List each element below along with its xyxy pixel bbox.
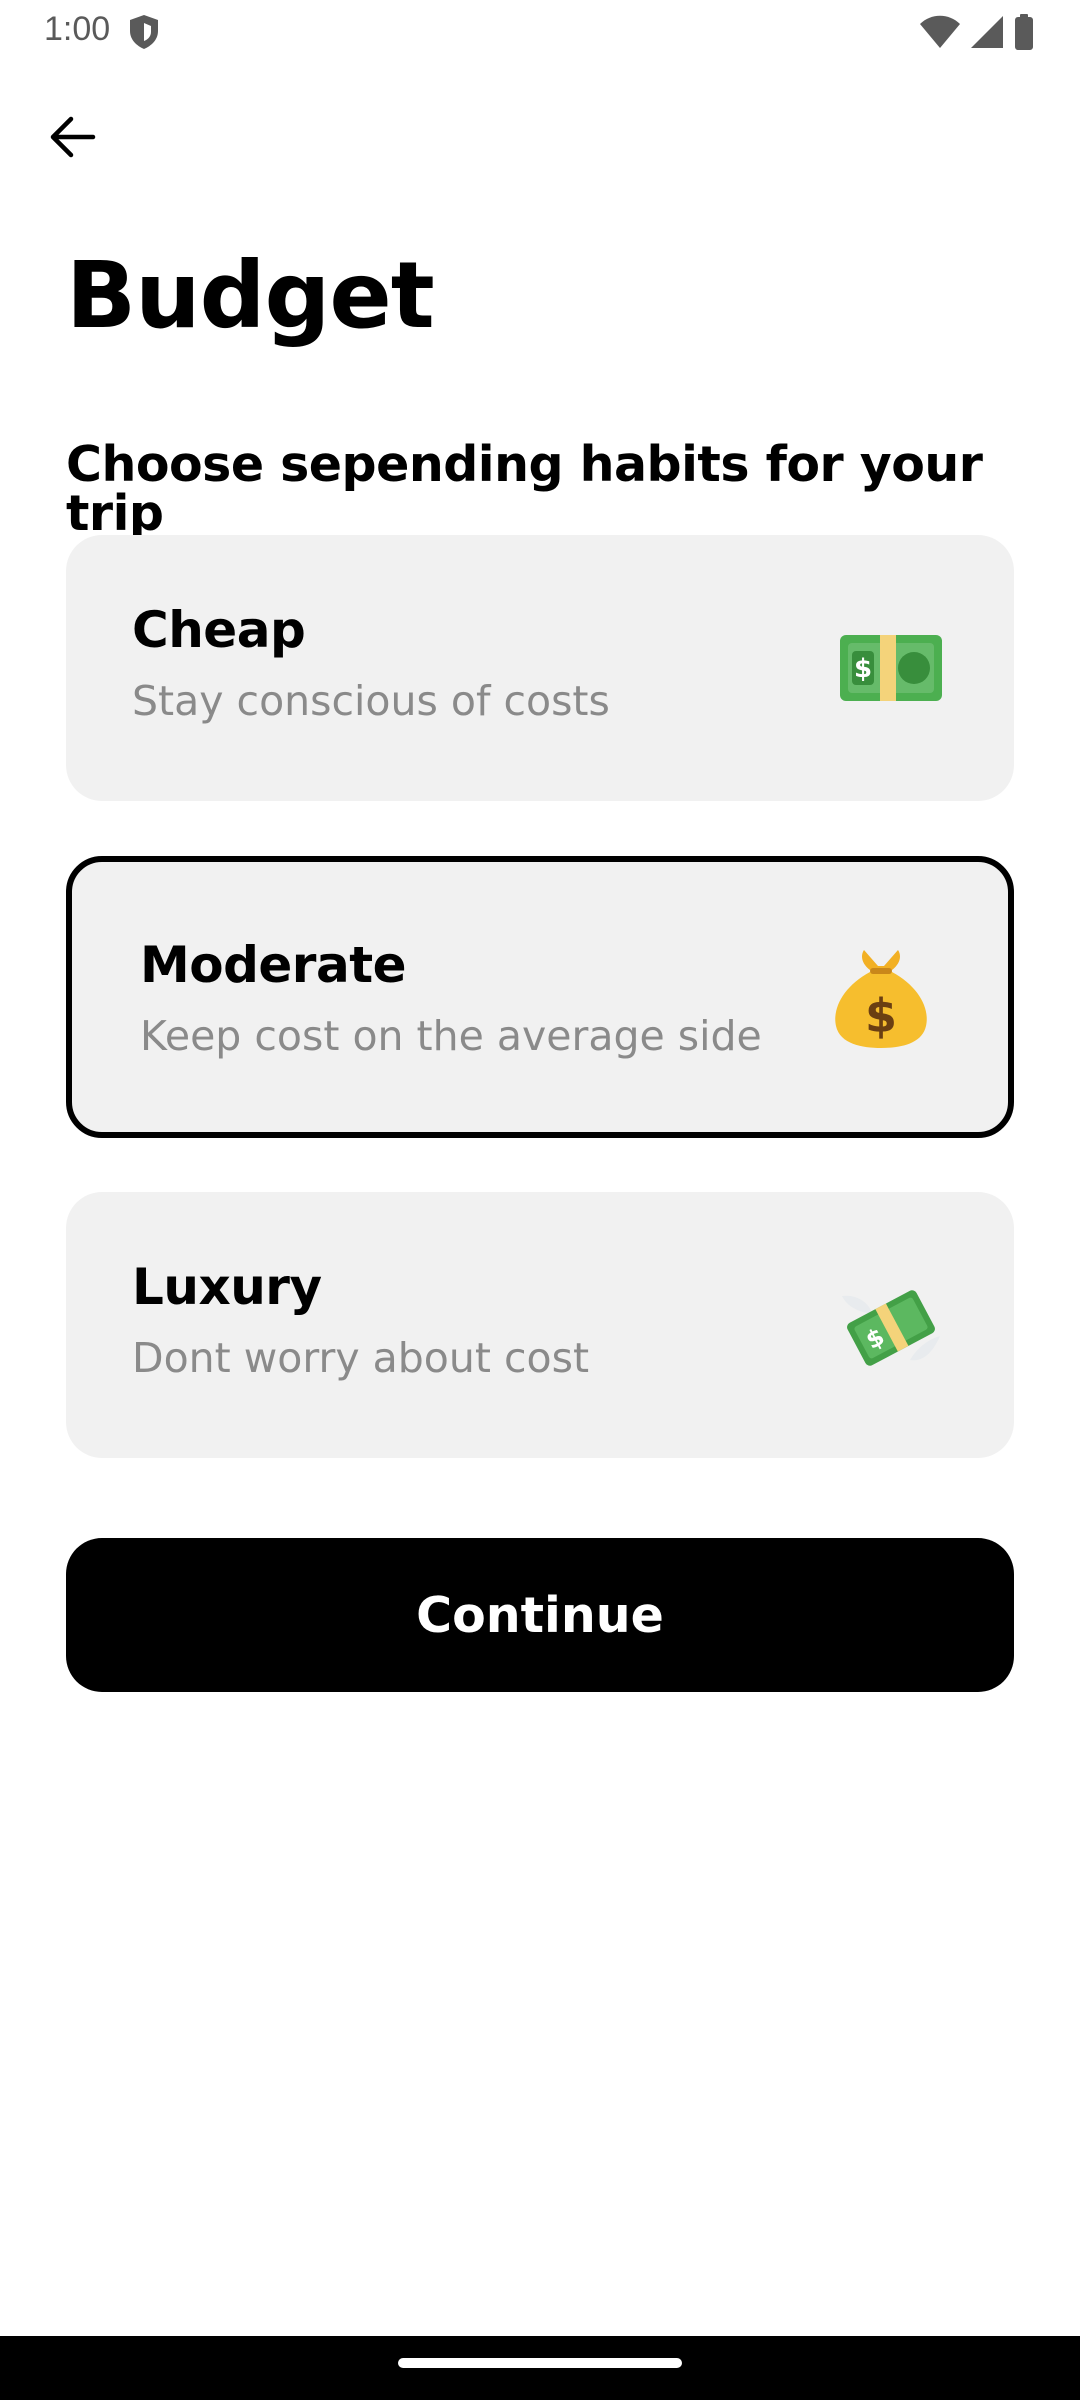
battery-icon bbox=[1015, 14, 1033, 50]
home-gesture-handle[interactable] bbox=[398, 2358, 682, 2368]
budget-option-cheap[interactable]: Cheap Stay conscious of costs $ bbox=[66, 535, 1014, 801]
status-bar: 1:00 bbox=[0, 0, 1080, 62]
signal-icon bbox=[971, 16, 1003, 48]
status-time: 1:00 bbox=[44, 10, 111, 48]
back-button[interactable] bbox=[40, 104, 106, 170]
budget-option-moderate[interactable]: Moderate Keep cost on the average side $ bbox=[66, 856, 1014, 1138]
system-navigation-bar bbox=[0, 2336, 1080, 2400]
svg-text:$: $ bbox=[865, 989, 897, 1043]
option-title: Cheap bbox=[132, 601, 306, 659]
page-title: Budget bbox=[66, 242, 435, 349]
budget-option-luxury[interactable]: Luxury Dont worry about cost $ bbox=[66, 1192, 1014, 1458]
option-description: Dont worry about cost bbox=[132, 1334, 590, 1382]
option-description: Keep cost on the average side bbox=[140, 1012, 762, 1060]
budget-screen: 1:00 Budget Choose sepending habits for … bbox=[0, 0, 1080, 2400]
wifi-icon bbox=[920, 15, 960, 48]
continue-button[interactable]: Continue bbox=[66, 1538, 1014, 1692]
arrow-left-icon bbox=[50, 116, 96, 158]
option-title: Moderate bbox=[140, 936, 407, 994]
status-icons bbox=[920, 12, 1034, 52]
dollar-banknote-icon: $ bbox=[840, 635, 942, 701]
svg-text:$: $ bbox=[854, 654, 872, 684]
shield-icon bbox=[130, 15, 158, 49]
option-description: Stay conscious of costs bbox=[132, 677, 610, 725]
option-title: Luxury bbox=[132, 1258, 322, 1316]
section-subtitle: Choose sepending habits for your trip bbox=[66, 436, 983, 542]
money-bag-icon: $ bbox=[835, 950, 927, 1048]
money-with-wings-icon: $ bbox=[842, 1290, 940, 1366]
